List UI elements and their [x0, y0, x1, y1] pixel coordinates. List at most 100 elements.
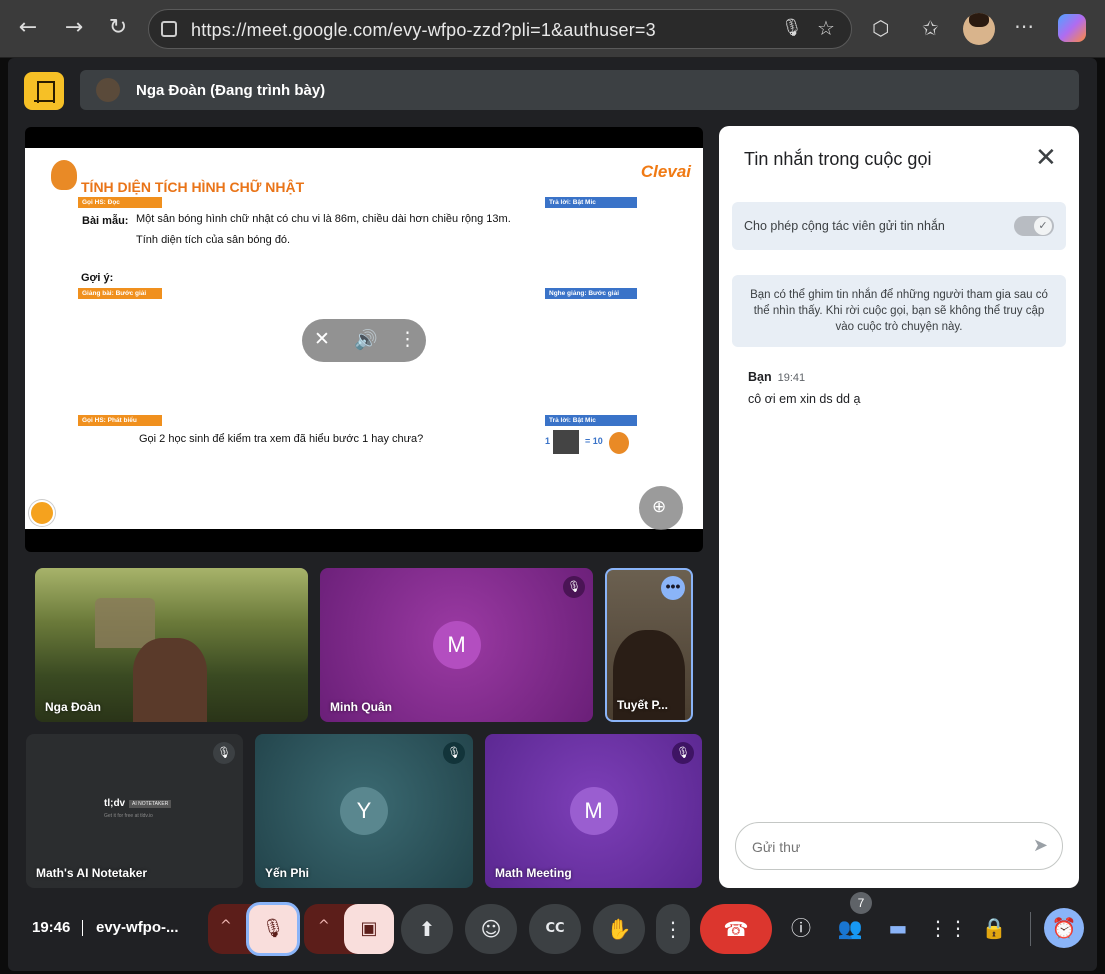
- emoji-button[interactable]: ☺: [465, 904, 517, 954]
- participant-name: Tuyết P...: [617, 698, 668, 712]
- participant-name: Nga Đoàn: [45, 700, 102, 714]
- question-text: Gọi 2 học sinh để kiểm tra xem đã hiểu b…: [139, 433, 424, 445]
- chevron-up-icon[interactable]: ^: [318, 918, 330, 934]
- avatar: M: [432, 621, 481, 669]
- door-icon[interactable]: [24, 72, 64, 110]
- leave-call-button[interactable]: ☎: [700, 904, 772, 954]
- presentation-controls: ✕ 🔊 ⋮: [302, 319, 426, 362]
- people-icon[interactable]: 👥: [832, 910, 868, 946]
- chat-panel: Tin nhắn trong cuộc gọi ✕ Cho phép cộng …: [719, 126, 1079, 888]
- acorn-icon: [609, 432, 629, 454]
- camera-off-button[interactable]: ▣: [344, 904, 394, 954]
- profile-avatar[interactable]: [963, 13, 995, 45]
- close-icon[interactable]: ✕: [1035, 144, 1057, 172]
- participant-tile[interactable]: 🎙 tl;dv AI NOTETAKER Get it for free at …: [26, 734, 243, 888]
- microphone-icon[interactable]: 🎙: [781, 18, 803, 38]
- chat-permission-row: Cho phép cộng tác viên gửi tin nhắn: [732, 202, 1066, 250]
- example-label: Bài mẫu:: [82, 215, 129, 227]
- example-text: Tính diện tích của sân bóng đó.: [136, 234, 291, 246]
- more-options-icon[interactable]: •••: [661, 576, 685, 600]
- participant-tile[interactable]: 🎙 M Minh Quân: [320, 568, 593, 722]
- clevai-logo: Clevai: [640, 162, 691, 181]
- back-arrow-icon[interactable]: ←: [14, 16, 42, 40]
- chevron-up-icon[interactable]: ^: [220, 918, 232, 934]
- unpin-icon[interactable]: ✕: [314, 328, 330, 350]
- send-icon[interactable]: ➤: [1033, 835, 1048, 856]
- participant-tile[interactable]: ••• Tuyết P...: [605, 568, 693, 722]
- avatar: M: [569, 787, 618, 835]
- mic-off-button[interactable]: 🎙: [246, 902, 300, 956]
- url-text: https://meet.google.com/evy-wfpo-zzd?pli…: [191, 20, 656, 40]
- divider: [82, 920, 83, 936]
- message-text: cô ơi em xin ds dd ạ: [748, 392, 861, 406]
- presentation-stage: TÍNH DIỆN TÍCH HÌNH CHỮ NHẬT Clevai Gọi …: [25, 127, 703, 552]
- presenter-bar: Nga Đoàn (Đang trình bày): [80, 70, 1079, 110]
- more-menu-icon[interactable]: ⋯: [1014, 14, 1034, 38]
- slide-tag: Nghe giảng: Bước giải: [545, 288, 637, 299]
- muted-mic-icon: 🎙: [672, 742, 694, 764]
- more-options-button[interactable]: ⋮: [656, 904, 690, 954]
- muted-mic-icon: 🎙: [563, 576, 585, 598]
- participant-name: Math Meeting: [495, 866, 572, 880]
- tldv-logo: tl;dv: [104, 798, 126, 809]
- address-bar[interactable]: https://meet.google.com/evy-wfpo-zzd?pli…: [148, 9, 852, 49]
- copilot-icon[interactable]: [1058, 14, 1086, 42]
- tldv-tagline: Get it for free at tldv.io: [104, 813, 153, 819]
- camera-group: ^ ▣: [304, 904, 394, 954]
- reload-icon[interactable]: ↻: [104, 16, 132, 40]
- chat-title: Tin nhắn trong cuộc gọi: [744, 149, 932, 169]
- reward-count: 1: [545, 436, 551, 446]
- message-sender: Bạn: [748, 370, 772, 384]
- chat-icon[interactable]: ▬: [880, 910, 916, 946]
- message-header: Bạn 19:41: [748, 370, 805, 384]
- timer-icon: [29, 500, 55, 526]
- captions-button[interactable]: CC: [529, 904, 581, 954]
- presenter-label: Nga Đoàn (Đang trình bày): [136, 82, 326, 99]
- compose-box: ➤: [735, 822, 1063, 870]
- site-info-icon[interactable]: [161, 21, 177, 37]
- trophy-icon: [553, 430, 579, 454]
- mic-group: ^ 🎙: [208, 902, 300, 956]
- tldv-badge: AI NOTETAKER: [129, 800, 172, 808]
- meeting-clock: 19:46: [32, 919, 71, 936]
- bookmark-star-icon[interactable]: ☆: [817, 16, 835, 40]
- allow-messages-toggle[interactable]: [1014, 216, 1054, 236]
- slide-tag: Gọi HS: Đọc: [78, 197, 162, 208]
- hint-label: Gợi ý:: [81, 272, 114, 284]
- muted-mic-icon: 🎙: [213, 742, 235, 764]
- participant-tile[interactable]: 🎙 M Math Meeting: [485, 734, 702, 888]
- participant-name: Math's AI Notetaker: [36, 866, 148, 880]
- info-icon[interactable]: ⓘ: [783, 910, 819, 946]
- host-controls-icon[interactable]: 🔒: [976, 910, 1012, 946]
- raise-hand-button[interactable]: ✋: [593, 904, 645, 954]
- present-screen-button[interactable]: ⬆: [401, 904, 453, 954]
- scene-house: [95, 598, 155, 648]
- participant-video: [133, 638, 207, 722]
- slide-tag: Trả lời: Bật Mic: [545, 415, 637, 426]
- timer-alarm-icon[interactable]: ⏰: [1044, 908, 1084, 948]
- meeting-code: evy-wfpo-...: [96, 919, 179, 936]
- browser-toolbar: ← → ↻ https://meet.google.com/evy-wfpo-z…: [0, 0, 1105, 58]
- participant-name: Yến Phi: [265, 866, 310, 880]
- participant-tile[interactable]: 🎙 Y Yến Phi: [255, 734, 473, 888]
- slide-tag: Gọi HS: Phát biểu: [78, 415, 162, 426]
- more-options-icon[interactable]: ⋮: [398, 328, 417, 350]
- participant-tile[interactable]: Nga Đoàn: [35, 568, 308, 722]
- favorites-icon[interactable]: ✩: [922, 16, 939, 40]
- example-text: Một sân bóng hình chữ nhật có chu vi là …: [136, 213, 511, 225]
- message-time: 19:41: [777, 372, 806, 384]
- message-input[interactable]: [752, 835, 1002, 859]
- chat-info-notice: Bạn có thể ghim tin nhắn để những người …: [732, 275, 1066, 347]
- volume-icon[interactable]: 🔊: [354, 328, 378, 351]
- forward-arrow-icon[interactable]: →: [60, 16, 88, 40]
- divider: [1030, 912, 1031, 946]
- toggle-label: Cho phép cộng tác viên gửi tin nhắn: [744, 219, 945, 233]
- zoom-button[interactable]: ⊕: [639, 486, 683, 530]
- avatar: Y: [340, 787, 388, 835]
- activities-icon[interactable]: ⋮⋮: [928, 910, 968, 946]
- control-bar: 19:46 evy-wfpo-... ^ 🎙 ^ ▣ ⬆ ☺ CC ✋ ⋮ ☎ …: [8, 892, 1097, 960]
- participant-name: Minh Quân: [330, 700, 392, 714]
- reward-value: = 10: [585, 436, 603, 446]
- presenter-avatar: [96, 78, 120, 102]
- extensions-icon[interactable]: ⬡: [872, 16, 889, 40]
